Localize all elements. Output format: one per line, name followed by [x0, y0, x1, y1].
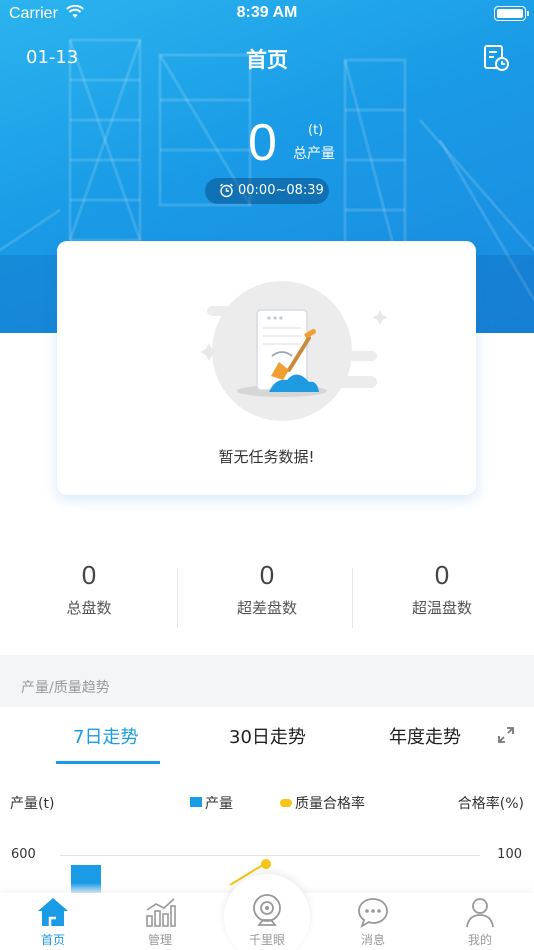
stat-label: 超差盘数 [236, 599, 297, 617]
stat-value: 0 [434, 560, 450, 590]
tab-profile[interactable]: 我的 [427, 893, 533, 950]
status-time: 8:39 AM [236, 4, 298, 21]
tab-home[interactable]: 首页 [0, 893, 106, 950]
tab-camera[interactable]: 千里眼 [224, 874, 310, 950]
alarm-clock-icon [220, 183, 233, 198]
page-title: 首页 [246, 48, 288, 72]
home-icon [38, 898, 68, 926]
trend-tabs: 7日走势 30日走势 年度走势 [0, 707, 534, 765]
stat-label: 总盘数 [66, 599, 112, 617]
stat-value: 0 [259, 560, 275, 590]
webcam-icon [253, 894, 281, 926]
battery-icon [494, 6, 529, 21]
task-card: 暂无任务数据! [57, 241, 476, 495]
status-bar: Carrier 8:39 AM [0, 0, 534, 30]
pass-rate-point [261, 859, 271, 869]
stat-value: 0 [81, 560, 97, 590]
chat-bubble-icon [358, 898, 388, 928]
tab-label: 千里眼 [248, 933, 285, 947]
empty-data-illustration [200, 281, 388, 421]
tab-label: 消息 [360, 933, 385, 947]
tab-yearly[interactable]: 年度走势 [389, 723, 461, 749]
active-tab-indicator [56, 761, 160, 764]
tab-manage[interactable]: 管理 [107, 893, 213, 950]
user-icon [466, 898, 494, 928]
empty-task-text: 暂无任务数据! [218, 448, 315, 466]
expand-icon[interactable] [496, 725, 516, 745]
tab-label: 我的 [467, 933, 492, 947]
tab-30-day[interactable]: 30日走势 [229, 723, 306, 749]
tab-label: 管理 [147, 933, 172, 947]
tab-7-day[interactable]: 7日走势 [73, 723, 138, 749]
tab-messages[interactable]: 消息 [320, 893, 426, 950]
total-output-label: 总产量 [293, 146, 335, 162]
stat-overtemp-plates[interactable]: 0 超温盘数 [353, 560, 531, 618]
stat-total-plates[interactable]: 0 总盘数 [0, 560, 178, 618]
stats-row: 0 总盘数 0 超差盘数 0 超温盘数 [0, 560, 534, 632]
total-output-value: 0 [248, 114, 277, 172]
stat-deviation-plates[interactable]: 0 超差盘数 [178, 560, 356, 618]
total-output-unit: (t) [308, 123, 324, 138]
time-range-pill[interactable]: 00:00~08:39 [205, 178, 329, 204]
tab-label: 首页 [40, 933, 65, 947]
trend-section-title: 产量/质量趋势 [21, 680, 110, 696]
stat-label: 超温盘数 [411, 599, 472, 617]
time-range-text: 00:00~08:39 [238, 183, 324, 198]
report-history-icon[interactable] [482, 44, 510, 72]
bar-chart-trend-icon [146, 898, 176, 927]
